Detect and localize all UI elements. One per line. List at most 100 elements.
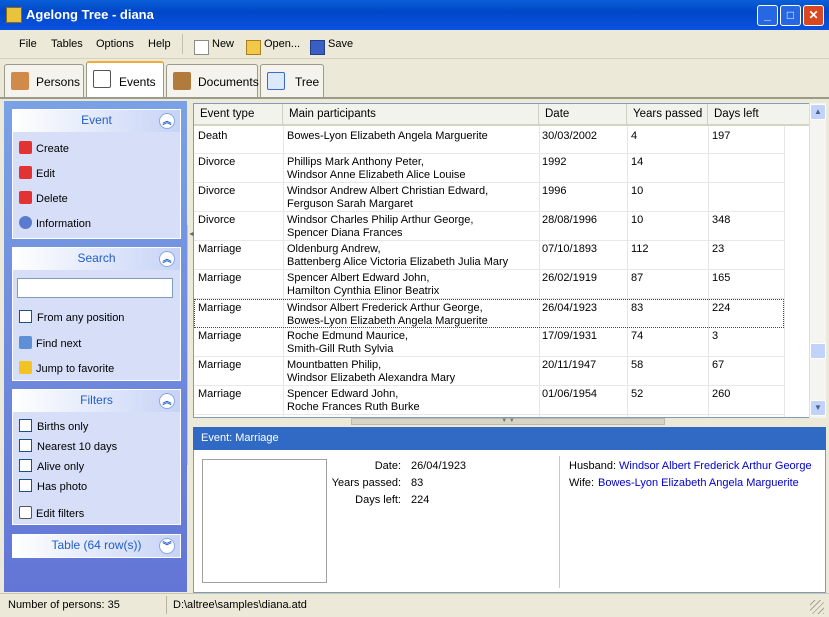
find-next-button[interactable]: Find next: [19, 336, 81, 350]
table-vertical-scrollbar[interactable]: ▲ ▼: [809, 103, 826, 418]
from-any-position-checkbox[interactable]: From any position: [19, 310, 124, 324]
resize-grip-icon[interactable]: [810, 600, 824, 614]
cell-participant-1: Mountbatten Philip,: [287, 359, 382, 371]
search-panel: Search ︽ From any position Find next Jum…: [12, 247, 181, 381]
days-left-label: Days left:: [355, 494, 401, 506]
table-row[interactable]: Marriage Spencer Albert Edward John, Ham…: [194, 270, 784, 299]
table-row[interactable]: Marriage Oldenburg Andrew, Battenberg Al…: [194, 241, 784, 270]
collapse-up-icon[interactable]: ︽: [159, 251, 175, 267]
open-button[interactable]: Open...: [244, 34, 302, 55]
new-document-icon: [194, 40, 209, 55]
cell-date: 01/06/1954: [542, 388, 598, 400]
tab-events[interactable]: Events: [86, 61, 164, 98]
save-button[interactable]: Save: [308, 34, 358, 55]
menu-options[interactable]: Options: [96, 38, 134, 50]
table-row[interactable]: Divorce Phillips Mark Anthony Peter, Win…: [194, 154, 784, 183]
cell-date: 26/02/1919: [542, 272, 598, 284]
tab-tree[interactable]: Tree: [260, 64, 324, 97]
detail-divider: [559, 456, 560, 588]
edit-event-button[interactable]: Edit: [19, 166, 55, 180]
persons-icon: [11, 72, 29, 90]
close-button[interactable]: ✕: [803, 5, 824, 26]
jump-to-favorite-button[interactable]: Jump to favorite: [19, 361, 114, 375]
table-row[interactable]: Marriage Spencer Edward John, Roche Fran…: [194, 386, 784, 415]
new-button[interactable]: New: [192, 34, 238, 55]
table-row[interactable]: Divorce Windsor Charles Philip Arthur Ge…: [194, 212, 784, 241]
expand-down-icon[interactable]: ︾: [159, 538, 175, 554]
maximize-button[interactable]: □: [780, 5, 801, 26]
has-photo-checkbox[interactable]: Has photo: [19, 479, 87, 493]
table-row-selected[interactable]: Marriage Windsor Albert Frederick Arthur…: [194, 299, 784, 328]
events-table: Event type Main participants Date Years …: [193, 103, 810, 418]
years-passed-label: Years passed:: [331, 477, 401, 489]
cell-participant-2: Windsor Anne Elizabeth Alice Louise: [287, 169, 466, 181]
filters-panel-header[interactable]: Filters ︽: [13, 390, 180, 412]
open-label: Open...: [264, 38, 301, 50]
horizontal-splitter[interactable]: ▼ ▼: [193, 418, 809, 427]
cell-days-left: 67: [712, 359, 725, 371]
column-header-event-type[interactable]: Event type: [194, 104, 283, 126]
has-photo-label: Has photo: [37, 481, 88, 493]
delete-label: Delete: [36, 193, 68, 205]
cell-date: 17/09/1931: [542, 330, 598, 342]
nearest-10-days-checkbox[interactable]: Nearest 10 days: [19, 439, 117, 453]
edit-filters-label: Edit filters: [36, 508, 85, 520]
scroll-up-icon[interactable]: ▲: [810, 104, 826, 120]
tab-documents[interactable]: Documents: [166, 64, 259, 97]
title-bar[interactable]: Agelong Tree - diana _ □ ✕: [0, 0, 829, 30]
column-divider: [784, 126, 785, 417]
cell-participant-1: Windsor Charles Philip Arthur George,: [287, 214, 474, 226]
edit-filters-button[interactable]: Edit filters: [19, 506, 84, 520]
table-panel-header[interactable]: Table (64 row(s)) ︾: [13, 535, 180, 557]
cell-years-passed: 58: [631, 359, 644, 371]
column-header-main-participants[interactable]: Main participants: [283, 104, 539, 126]
cell-event-type: Divorce: [198, 185, 236, 197]
column-header-years-passed[interactable]: Years passed: [627, 104, 708, 126]
create-event-button[interactable]: Create: [19, 141, 69, 155]
collapse-up-icon[interactable]: ︽: [159, 393, 175, 409]
checkbox-box: [19, 439, 32, 452]
scroll-down-icon[interactable]: ▼: [810, 400, 826, 416]
cell-event-type: Marriage: [198, 243, 242, 255]
cell-participant-2: Smith-Gill Ruth Sylvia: [287, 343, 394, 355]
menu-help[interactable]: Help: [148, 38, 171, 50]
cell-participant-1: Bowes-Lyon Elizabeth Angela Marguerite: [287, 130, 488, 142]
splitter-grip[interactable]: ▼ ▼: [351, 418, 665, 425]
minimize-button[interactable]: _: [757, 5, 778, 26]
information-label: Information: [36, 218, 92, 230]
checkbox-box: [19, 419, 32, 432]
event-detail-panel: Date: 26/04/1923 Years passed: 83 Days l…: [193, 450, 826, 593]
days-left-value: 224: [411, 494, 430, 506]
column-header-date[interactable]: Date: [539, 104, 627, 126]
cell-years-passed: 10: [631, 214, 644, 226]
menu-tables[interactable]: Tables: [51, 38, 83, 50]
table-row[interactable]: Marriage Mountbatten Philip, Windsor Eli…: [194, 357, 784, 386]
event-panel-header[interactable]: Event ︽: [13, 110, 180, 132]
search-panel-header[interactable]: Search ︽: [13, 248, 180, 270]
births-only-label: Births only: [37, 421, 89, 433]
alive-only-label: Alive only: [37, 461, 85, 473]
status-divider: [166, 596, 167, 614]
table-panel: Table (64 row(s)) ︾: [12, 534, 181, 558]
date-value: 26/04/1923: [411, 460, 467, 472]
main-tabs: Persons Events Documents Tree: [0, 59, 829, 98]
scroll-thumb[interactable]: [810, 343, 826, 359]
cell-years-passed: 52: [631, 388, 644, 400]
table-row[interactable]: Divorce Windsor Andrew Albert Christian …: [194, 183, 784, 212]
information-icon: [19, 216, 32, 229]
column-header-days-left[interactable]: Days left: [708, 104, 809, 126]
husband-link[interactable]: Windsor Albert Frederick Arthur George: [619, 460, 812, 472]
table-row[interactable]: Death Bowes-Lyon Elizabeth Angela Margue…: [194, 128, 784, 154]
save-disk-icon: [310, 40, 325, 55]
collapse-up-icon[interactable]: ︽: [159, 113, 175, 129]
table-row[interactable]: Marriage Roche Edmund Maurice, Smith-Gil…: [194, 328, 784, 357]
information-button[interactable]: Information: [19, 216, 91, 230]
tab-persons-label: Persons: [36, 75, 81, 89]
search-input[interactable]: [17, 278, 173, 298]
births-only-checkbox[interactable]: Births only: [19, 419, 88, 433]
alive-only-checkbox[interactable]: Alive only: [19, 459, 84, 473]
menu-file[interactable]: File: [19, 38, 37, 50]
wife-link[interactable]: Bowes-Lyon Elizabeth Angela Marguerite: [598, 477, 799, 489]
delete-event-button[interactable]: Delete: [19, 191, 68, 205]
tab-persons[interactable]: Persons: [4, 64, 84, 97]
